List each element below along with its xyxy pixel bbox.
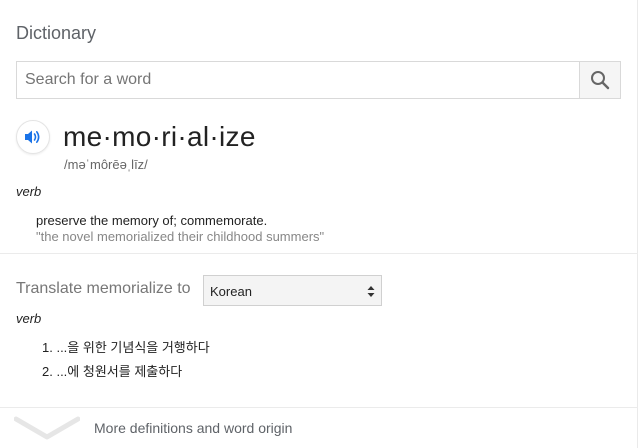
language-select[interactable]: Korean [203,275,382,306]
section-divider [0,253,638,254]
pronunciation-audio-button[interactable] [16,120,50,154]
search-input[interactable] [17,62,581,98]
search-button[interactable] [579,62,620,98]
select-arrows-icon [367,286,375,297]
search-icon [591,71,610,90]
search-box [16,61,621,99]
translation-item: 1. ...을 위한 기념식을 거행하다 [42,340,210,355]
translate-label: Translate memorialize to [16,280,191,297]
part-of-speech: verb [16,184,42,199]
speaker-icon [25,130,40,144]
chevron-down-icon [14,416,80,440]
usage-example: "the novel memorialized their childhood … [36,229,325,244]
more-definitions-link[interactable]: More definitions and word origin [0,408,638,448]
translation-item: 2. ...에 청원서를 제출하다 [42,364,183,379]
language-select-value: Korean [210,284,252,299]
translate-part-of-speech: verb [16,311,42,326]
more-definitions-label: More definitions and word origin [94,420,293,436]
phonetic-spelling: /məˈmôrēəˌlīz/ [64,157,148,172]
dictionary-title: Dictionary [16,23,97,43]
definition: preserve the memory of; commemorate. [36,213,268,228]
headword: me·mo·ri·al·ize [63,121,256,152]
dictionary-card: Dictionary me·mo·ri·al·ize /məˈmôrēəˌlīz… [0,0,638,448]
